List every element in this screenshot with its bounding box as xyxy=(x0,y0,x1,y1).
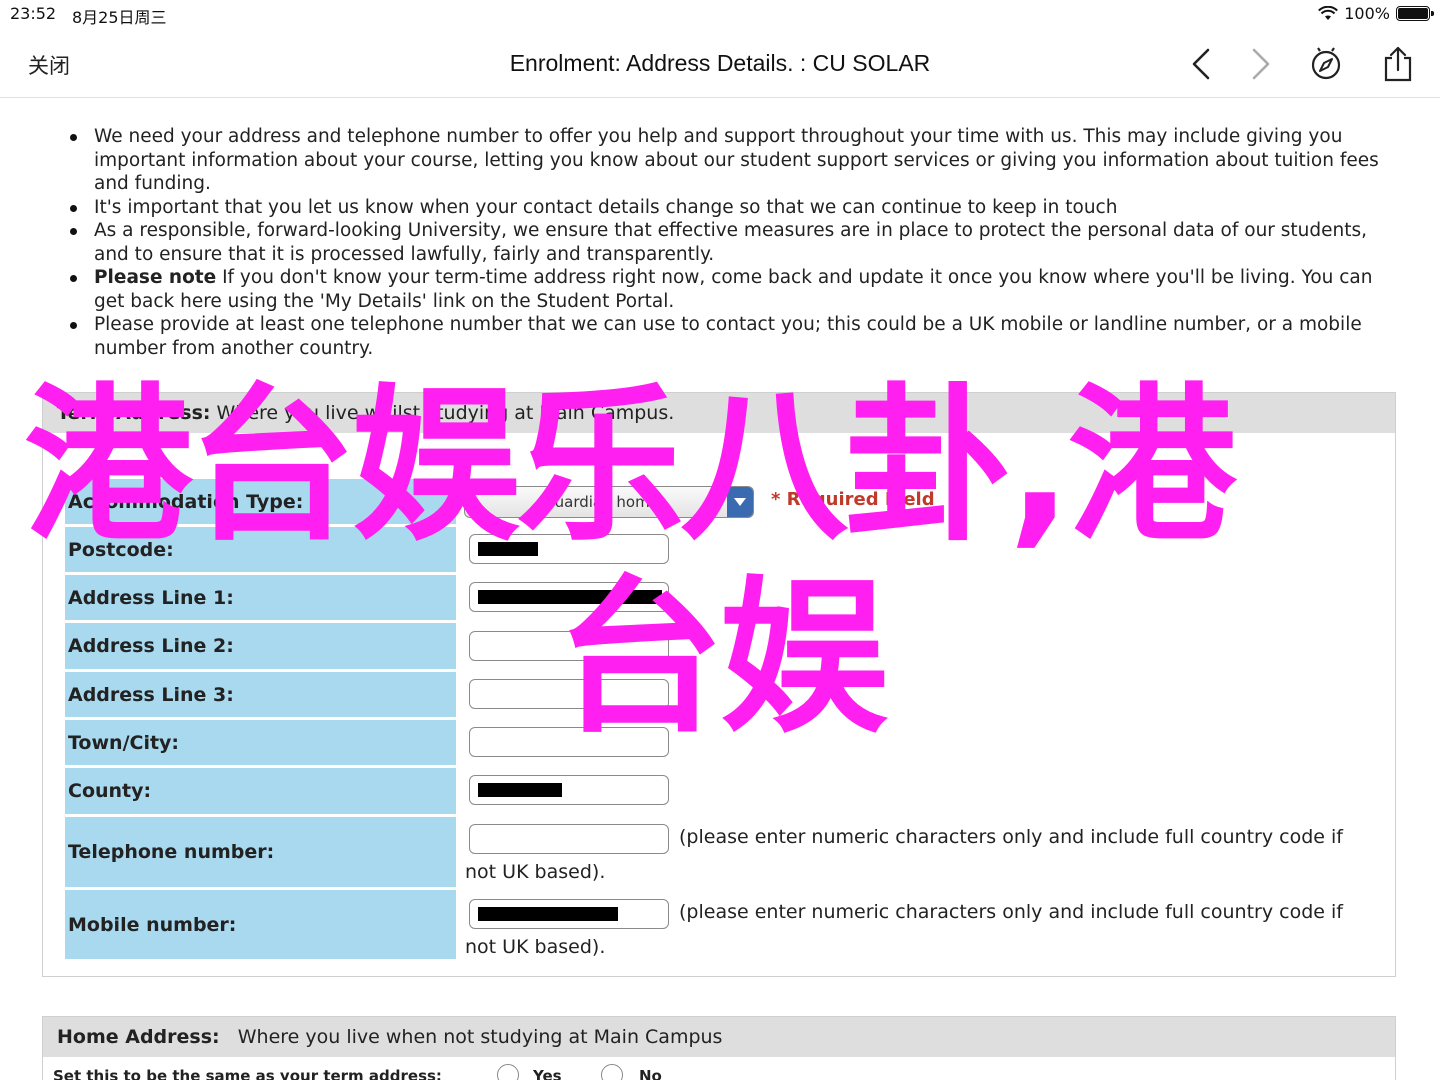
accommodation-selected-value: Guardian home xyxy=(543,493,659,511)
home-address-header: Home Address: Where you live when not st… xyxy=(43,1017,1395,1057)
list-item: Please note If you don't know your term-… xyxy=(70,266,1400,313)
back-arrow-icon[interactable] xyxy=(1182,44,1222,84)
redacted-value xyxy=(478,590,662,604)
address-line-3-input[interactable] xyxy=(469,679,669,709)
address-line-1-input[interactable] xyxy=(469,582,669,612)
term-address-header: Term Address: Where you live whilst stud… xyxy=(43,393,1395,433)
postcode-label: Postcode: xyxy=(65,527,456,575)
address-line-3-label: Address Line 3: xyxy=(65,672,456,720)
home-address-title: Home Address: xyxy=(57,1026,220,1048)
yes-label: Yes xyxy=(533,1067,562,1080)
required-field-note: * Required Field xyxy=(771,489,935,510)
list-item: We need your address and telephone numbe… xyxy=(70,125,1400,196)
no-label: No xyxy=(639,1067,662,1080)
term-address-section: Term Address: Where you live whilst stud… xyxy=(42,392,1396,977)
no-radio[interactable] xyxy=(601,1064,623,1080)
list-item: Please provide at least one telephone nu… xyxy=(70,313,1400,360)
town-city-label: Town/City: xyxy=(65,720,456,768)
list-item: As a responsible, forward-looking Univer… xyxy=(70,219,1400,266)
compass-icon[interactable] xyxy=(1306,44,1346,84)
info-list: We need your address and telephone numbe… xyxy=(70,125,1400,360)
county-label: County: xyxy=(65,768,456,817)
home-address-description: Where you live when not studying at Main… xyxy=(237,1026,723,1048)
mobile-help-text: (please enter numeric characters only an… xyxy=(465,901,1343,958)
nav-bar: 关闭 Enrolment: Address Details. : CU SOLA… xyxy=(0,28,1440,98)
page-title: Enrolment: Address Details. : CU SOLAR xyxy=(509,50,931,76)
status-right: 100% xyxy=(1318,4,1434,23)
page-content: We need your address and telephone numbe… xyxy=(0,99,1440,1080)
mobile-label: Mobile number: xyxy=(65,890,456,962)
status-date: 8月25日周三 xyxy=(72,8,167,27)
postcode-input[interactable] xyxy=(469,534,669,564)
accommodation-type-label: Accommodation Type: xyxy=(65,479,456,527)
status-time: 23:52 xyxy=(10,4,57,23)
accommodation-type-select[interactable]: Guardian home xyxy=(464,486,754,518)
address-line-1-label: Address Line 1: xyxy=(65,575,456,623)
term-address-description: Where you live whilst studying at Main C… xyxy=(210,402,675,424)
redacted-value xyxy=(478,783,562,797)
chevron-down-icon xyxy=(727,487,753,517)
list-item: It's important that you let us know when… xyxy=(70,196,1400,220)
status-bar: 23:52 8月25日周三 100% xyxy=(0,0,1440,28)
please-note-label: Please note xyxy=(94,267,217,288)
county-input[interactable] xyxy=(469,775,669,805)
same-as-term-label: Set this to be the same as your term add… xyxy=(53,1067,442,1080)
battery-percent: 100% xyxy=(1344,4,1390,23)
address-line-2-label: Address Line 2: xyxy=(65,623,456,672)
forward-arrow-icon[interactable] xyxy=(1240,44,1280,84)
share-icon[interactable] xyxy=(1378,44,1418,84)
town-city-input[interactable] xyxy=(469,727,669,757)
wifi-icon xyxy=(1318,6,1339,20)
yes-radio[interactable] xyxy=(497,1064,519,1080)
home-address-section: Home Address: Where you live when not st… xyxy=(42,1016,1396,1080)
please-note-text: If you don't know your term-time address… xyxy=(94,267,1373,312)
address-line-2-input[interactable] xyxy=(469,631,669,661)
redacted-value xyxy=(478,542,538,556)
close-button[interactable]: 关闭 xyxy=(28,50,70,80)
term-address-title: Term Address: xyxy=(57,402,211,424)
telephone-label: Telephone number: xyxy=(65,817,456,890)
battery-icon xyxy=(1396,6,1434,21)
telephone-help-text: (please enter numeric characters only an… xyxy=(465,826,1343,883)
